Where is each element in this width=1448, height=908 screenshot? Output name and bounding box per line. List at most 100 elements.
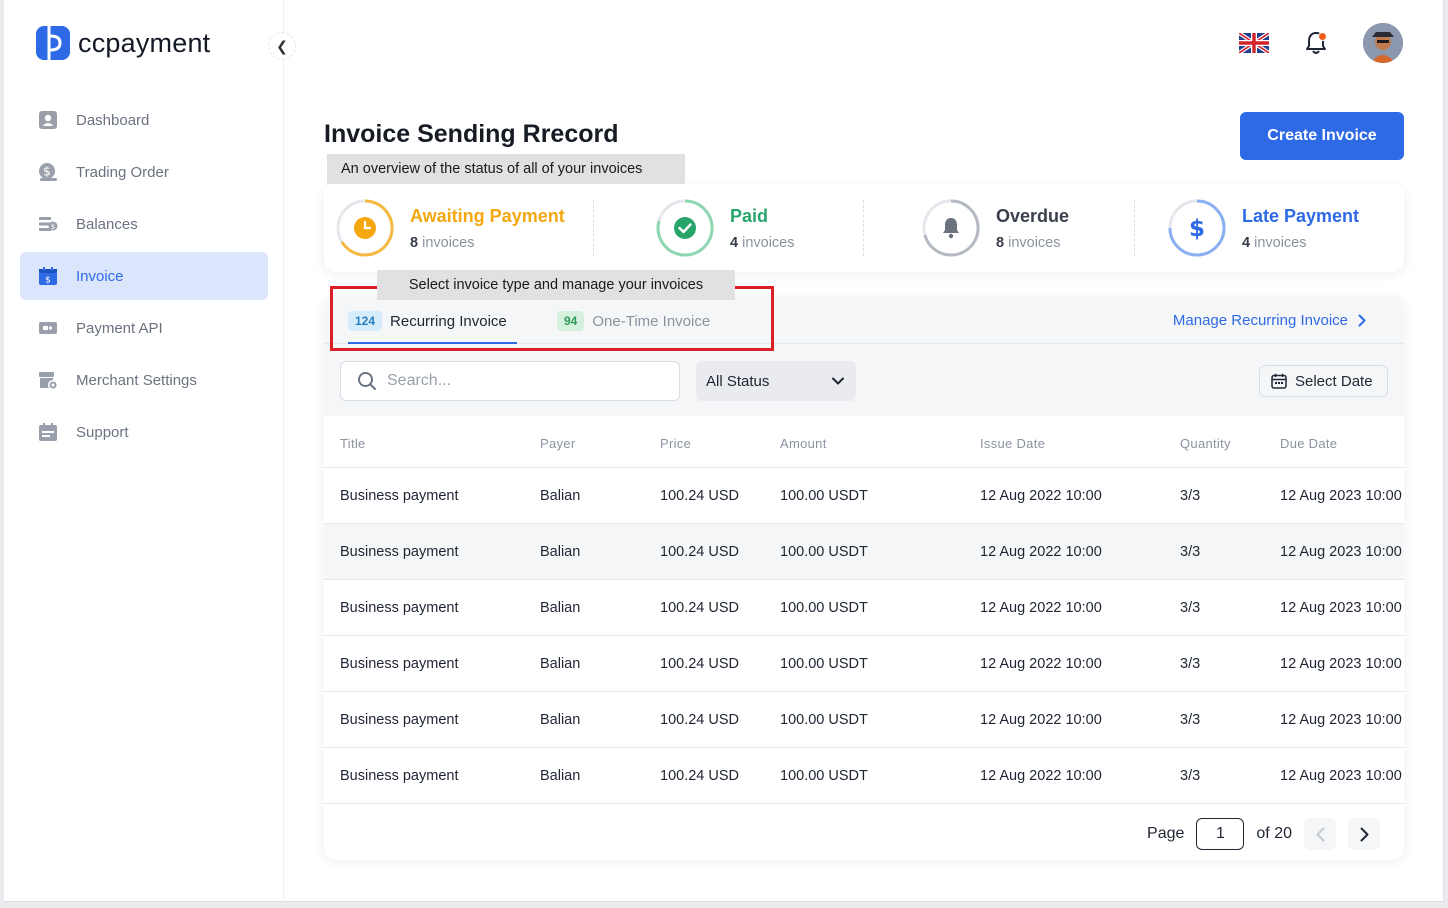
stat-count: 4: [730, 234, 739, 251]
sidebar-item-label: Payment API: [76, 319, 163, 337]
cell-title: Business payment: [340, 712, 459, 728]
sidebar-item-invoice[interactable]: $ Invoice: [20, 252, 268, 300]
sidebar-item-dashboard[interactable]: Dashboard: [20, 96, 268, 144]
calendar-icon: [1271, 373, 1287, 389]
notification-badge: [1318, 32, 1327, 41]
column-header-due-date[interactable]: Due Date: [1280, 436, 1337, 451]
notifications-button[interactable]: [1301, 28, 1331, 58]
column-header-quantity[interactable]: Quantity: [1180, 436, 1231, 451]
tooltip-overview: An overview of the status of all of your…: [327, 154, 685, 184]
chevron-left-icon: [1316, 827, 1324, 841]
uk-flag-icon[interactable]: [1239, 33, 1269, 53]
stat-late-payment[interactable]: $ Late Payment 4 invoices: [1168, 198, 1359, 258]
cell-quantity: 3/3: [1180, 600, 1201, 616]
cell-issue-date: 12 Aug 2022 10:00: [980, 600, 1102, 616]
page-label: Page: [1147, 825, 1185, 842]
column-header-issue-date[interactable]: Issue Date: [980, 436, 1045, 451]
stat-title: Overdue: [996, 205, 1070, 226]
cell-quantity: 3/3: [1180, 768, 1201, 784]
create-invoice-button[interactable]: Create Invoice: [1240, 112, 1404, 160]
table-header: Title Payer Price Amount Issue Date Quan…: [324, 416, 1404, 468]
search-box[interactable]: [340, 361, 680, 401]
stat-paid[interactable]: Paid 4 invoices: [656, 198, 795, 258]
stat-title: Late Payment: [1242, 205, 1360, 226]
column-header-amount[interactable]: Amount: [780, 436, 827, 451]
cell-due-date: 12 Aug 2023 10:00: [1280, 544, 1402, 560]
stat-overdue[interactable]: Overdue 8 invoices: [922, 198, 1069, 258]
cell-due-date: 12 Aug 2023 10:00: [1280, 768, 1402, 784]
support-icon: [38, 422, 58, 442]
cell-quantity: 3/3: [1180, 712, 1201, 728]
chevron-left-icon: ❮: [276, 37, 288, 54]
bell-icon: [922, 199, 980, 257]
column-header-title[interactable]: Title: [340, 436, 366, 451]
manage-recurring-invoice-link[interactable]: Manage Recurring Invoice: [1173, 312, 1366, 329]
stat-count: 4: [1242, 234, 1251, 251]
page-number-input[interactable]: [1196, 818, 1245, 850]
merchant-settings-icon: [38, 370, 58, 390]
sidebar-item-trading-order[interactable]: $ Trading Order: [20, 148, 268, 196]
balances-icon: $: [38, 214, 58, 234]
table-row[interactable]: Business payment Balian 100.24 USD 100.0…: [324, 524, 1404, 580]
search-input[interactable]: [387, 372, 667, 390]
app-window: ccpayment ❮ Dashboard $ Trading Order $: [4, 0, 1444, 902]
invoice-status-summary: Awaiting Payment 8 invoices Paid 4 invoi…: [324, 184, 1404, 272]
table-row[interactable]: Business payment Balian 100.24 USD 100.0…: [324, 748, 1404, 804]
cell-price: 100.24 USD: [660, 544, 739, 560]
stat-awaiting-payment[interactable]: Awaiting Payment 8 invoices: [336, 198, 565, 258]
page-title: Invoice Sending Rrecord: [324, 120, 619, 148]
table-row[interactable]: Business payment Balian 100.24 USD 100.0…: [324, 692, 1404, 748]
sidebar-item-merchant-settings[interactable]: Merchant Settings: [20, 356, 268, 404]
status-dropdown[interactable]: All Status: [696, 361, 856, 401]
sidebar-item-label: Trading Order: [76, 163, 169, 181]
stat-unit: invoices: [1254, 234, 1307, 251]
cell-amount: 100.00 USDT: [780, 768, 868, 784]
svg-text:$: $: [1189, 216, 1205, 242]
cell-due-date: 12 Aug 2023 10:00: [1280, 656, 1402, 672]
cell-amount: 100.00 USDT: [780, 600, 868, 616]
cell-due-date: 12 Aug 2023 10:00: [1280, 488, 1402, 504]
brand-logo[interactable]: ccpayment: [36, 26, 210, 60]
cell-payer: Balian: [540, 712, 581, 728]
table-row[interactable]: Business payment Balian 100.24 USD 100.0…: [324, 636, 1404, 692]
cell-price: 100.24 USD: [660, 712, 739, 728]
cell-payer: Balian: [540, 544, 581, 560]
cell-amount: 100.00 USDT: [780, 488, 868, 504]
column-header-price[interactable]: Price: [660, 436, 691, 451]
previous-page-button[interactable]: [1304, 818, 1336, 850]
cell-payer: Balian: [540, 600, 581, 616]
page-total-label: of 20: [1256, 825, 1292, 842]
sidebar-nav: Dashboard $ Trading Order $ Balances $ I…: [20, 96, 268, 460]
cell-payer: Balian: [540, 656, 581, 672]
table-row[interactable]: Business payment Balian 100.24 USD 100.0…: [324, 468, 1404, 524]
sidebar-item-support[interactable]: Support: [20, 408, 268, 456]
sidebar-item-label: Support: [76, 423, 129, 441]
sidebar: ccpayment ❮ Dashboard $ Trading Order $: [4, 0, 296, 901]
top-bar: [1239, 23, 1403, 63]
dollar-icon: $: [1168, 199, 1226, 257]
svg-text:$: $: [45, 276, 51, 286]
cell-amount: 100.00 USDT: [780, 544, 868, 560]
sidebar-item-label: Dashboard: [76, 111, 150, 129]
column-header-payer[interactable]: Payer: [540, 436, 575, 451]
search-icon: [358, 372, 376, 390]
sidebar-item-balances[interactable]: $ Balances: [20, 200, 268, 248]
avatar[interactable]: [1363, 23, 1403, 63]
table-row[interactable]: Business payment Balian 100.24 USD 100.0…: [324, 580, 1404, 636]
user-avatar-image: [1363, 23, 1403, 63]
filter-bar: All Status Select Date: [324, 344, 1404, 416]
cell-due-date: 12 Aug 2023 10:00: [1280, 712, 1402, 728]
stat-title: Awaiting Payment: [410, 205, 565, 226]
stat-unit: invoices: [1008, 234, 1061, 251]
next-page-button[interactable]: [1348, 818, 1380, 850]
chevron-right-icon: [1358, 314, 1366, 327]
status-dropdown-value: All Status: [706, 372, 770, 390]
svg-text:$: $: [51, 223, 55, 231]
cell-price: 100.24 USD: [660, 600, 739, 616]
sidebar-item-payment-api[interactable]: Payment API: [20, 304, 268, 352]
cell-price: 100.24 USD: [660, 768, 739, 784]
stat-unit: invoices: [422, 234, 475, 251]
stat-unit: invoices: [742, 234, 795, 251]
collapse-sidebar-button[interactable]: ❮: [268, 32, 296, 60]
select-date-button[interactable]: Select Date: [1259, 365, 1388, 397]
